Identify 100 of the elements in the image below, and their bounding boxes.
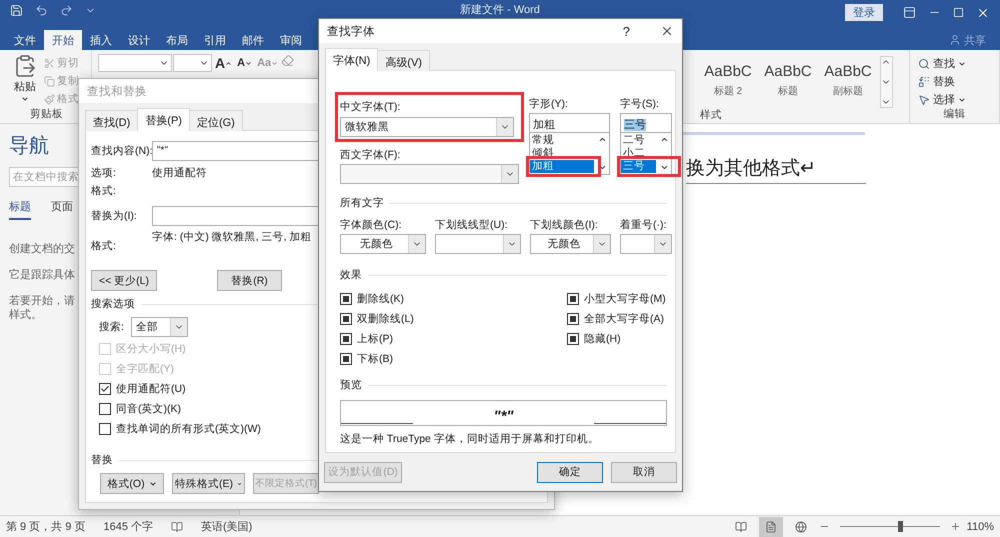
- field-label: 下划线颜色(I):: [530, 218, 599, 232]
- font-style-input[interactable]: 加粗: [529, 113, 610, 133]
- maximize-icon[interactable]: [953, 7, 964, 18]
- field-label: 格式:: [91, 184, 116, 198]
- dialog-tab[interactable]: 字体(N): [325, 48, 378, 71]
- style-card[interactable]: AaBbC 标题 2: [700, 54, 756, 106]
- group-label: 编辑: [944, 107, 966, 122]
- ribbon-tab[interactable]: 引用: [196, 30, 234, 50]
- redo-icon[interactable]: [60, 4, 73, 17]
- pane-tab[interactable]: 标题: [9, 199, 31, 220]
- dialog-button[interactable]: 特殊格式(E): [172, 473, 245, 494]
- checkbox-label: 下标(B): [357, 352, 393, 366]
- slider-thumb[interactable]: [898, 521, 903, 532]
- checkbox-label: 全字匹配(Y): [116, 362, 174, 376]
- eraser-icon[interactable]: [281, 54, 294, 67]
- attribute-dropdown[interactable]: 无颜色: [530, 234, 611, 254]
- caret-icon: [271, 60, 278, 66]
- language[interactable]: 英语(美国): [201, 519, 252, 534]
- page-count[interactable]: 第 9 页，共 9 页: [6, 519, 86, 534]
- ribbon-display-icon[interactable]: [903, 6, 916, 19]
- checkbox-label: 小型大写字母(M): [584, 292, 666, 306]
- checkbox[interactable]: [99, 403, 111, 415]
- font-button[interactable]: A: [235, 54, 254, 72]
- editing-command[interactable]: 选择: [933, 92, 955, 107]
- cut-icon: [44, 58, 55, 68]
- list-option[interactable]: 加粗: [530, 160, 594, 173]
- ribbon-tab[interactable]: 布局: [158, 30, 196, 50]
- field-label: 字体颜色(C):: [340, 218, 402, 232]
- caret-icon: [148, 480, 157, 488]
- dialog-button[interactable]: 取消: [611, 462, 677, 482]
- view-button[interactable]: [758, 516, 783, 536]
- section-title: 预览: [340, 378, 362, 392]
- gallery-scrollbar[interactable]: [880, 56, 893, 108]
- checkbox[interactable]: [99, 423, 111, 435]
- pane-text: 若要开始，请 样式。: [9, 294, 75, 322]
- ribbon-tab[interactable]: 设计: [120, 30, 158, 50]
- checkbox[interactable]: [567, 293, 579, 305]
- close-icon[interactable]: [660, 24, 674, 38]
- checkbox-label: 区分大小写(H): [116, 342, 186, 356]
- undo-icon[interactable]: [35, 4, 48, 17]
- pane-text: 创建文档的交: [9, 242, 75, 256]
- zoom-level[interactable]: 110%: [966, 520, 994, 532]
- checkbox-label: 上标(P): [357, 332, 393, 346]
- options-value: 使用通配符: [152, 166, 207, 180]
- search-direction-dropdown[interactable]: 全部: [130, 317, 188, 337]
- ribbon-tab[interactable]: 文件: [6, 30, 44, 50]
- dialog-button[interactable]: 替换(R): [217, 270, 282, 291]
- field-label: 下划线线型(U):: [435, 218, 508, 232]
- checkbox[interactable]: [340, 313, 352, 325]
- proofing-icon[interactable]: [171, 520, 183, 532]
- list-option[interactable]: 二号: [621, 134, 656, 147]
- sign-in-button[interactable]: 登录: [845, 4, 883, 21]
- ribbon-tab[interactable]: 审阅: [272, 30, 310, 50]
- editing-command[interactable]: 替换: [933, 74, 955, 89]
- style-card[interactable]: AaBbC 副标题: [820, 54, 876, 106]
- person-icon[interactable]: [949, 34, 961, 46]
- checkbox[interactable]: [567, 313, 579, 325]
- field-label: 字形(Y):: [529, 97, 569, 111]
- checkbox[interactable]: [99, 383, 111, 395]
- help-button[interactable]: ?: [622, 24, 630, 38]
- font-note: 这是一种 TrueType 字体，同时适用于屏幕和打印机。: [340, 432, 599, 446]
- field-label: 格式:: [91, 239, 117, 253]
- preview-text: "*": [493, 408, 514, 424]
- dialog-tab[interactable]: 定位(G): [188, 110, 243, 131]
- style-card[interactable]: AaBbC 标题: [760, 54, 816, 106]
- list-option[interactable]: 三号: [621, 160, 656, 173]
- dialog-tab[interactable]: 查找(D): [85, 110, 138, 131]
- font-button[interactable]: A: [213, 54, 234, 72]
- section-title: 效果: [340, 268, 362, 282]
- dialog-button[interactable]: << 更少(L): [91, 270, 157, 291]
- replace-icon: [918, 76, 930, 88]
- checkbox[interactable]: [567, 333, 579, 345]
- clipboard-icon[interactable]: [13, 54, 37, 78]
- list-option[interactable]: 常规: [530, 134, 594, 147]
- dialog-tab[interactable]: 高级(V): [377, 50, 430, 71]
- dialog-button[interactable]: 确定: [537, 462, 603, 482]
- ribbon-tab[interactable]: 插入: [82, 30, 120, 50]
- chinese-font-dropdown[interactable]: 微软雅黑: [340, 117, 514, 137]
- editing-command[interactable]: 查找: [933, 56, 955, 71]
- field-label: 着重号(·):: [620, 218, 668, 232]
- attribute-dropdown[interactable]: 无颜色: [340, 234, 426, 254]
- checkbox[interactable]: [340, 293, 352, 305]
- ribbon-tab[interactable]: 邮件: [234, 30, 272, 50]
- dialog-button[interactable]: 格式(O): [100, 473, 164, 494]
- word-count[interactable]: 1645 个字: [103, 519, 153, 534]
- checkbox[interactable]: [340, 353, 352, 365]
- zoom-in-icon[interactable]: [950, 521, 961, 532]
- scroll-down-icon: [660, 163, 669, 172]
- checkbox[interactable]: [340, 333, 352, 345]
- group-label: 剪贴板: [30, 107, 63, 122]
- caret-icon: [245, 60, 252, 66]
- document-heading: 换为其他格式↵: [686, 155, 866, 184]
- field-label: 选项:: [91, 166, 117, 180]
- font-style-input[interactable]: 三号: [620, 113, 672, 133]
- format-description: 字体: (中文) 微软雅黑, 三号, 加粗: [152, 230, 312, 244]
- dialog-tab[interactable]: 替换(P): [137, 108, 190, 131]
- pane-tab[interactable]: 页面: [51, 199, 73, 220]
- save-icon[interactable]: [10, 4, 23, 17]
- paste-button[interactable]: 粘贴: [14, 79, 36, 94]
- ribbon-tab[interactable]: 开始: [44, 30, 82, 50]
